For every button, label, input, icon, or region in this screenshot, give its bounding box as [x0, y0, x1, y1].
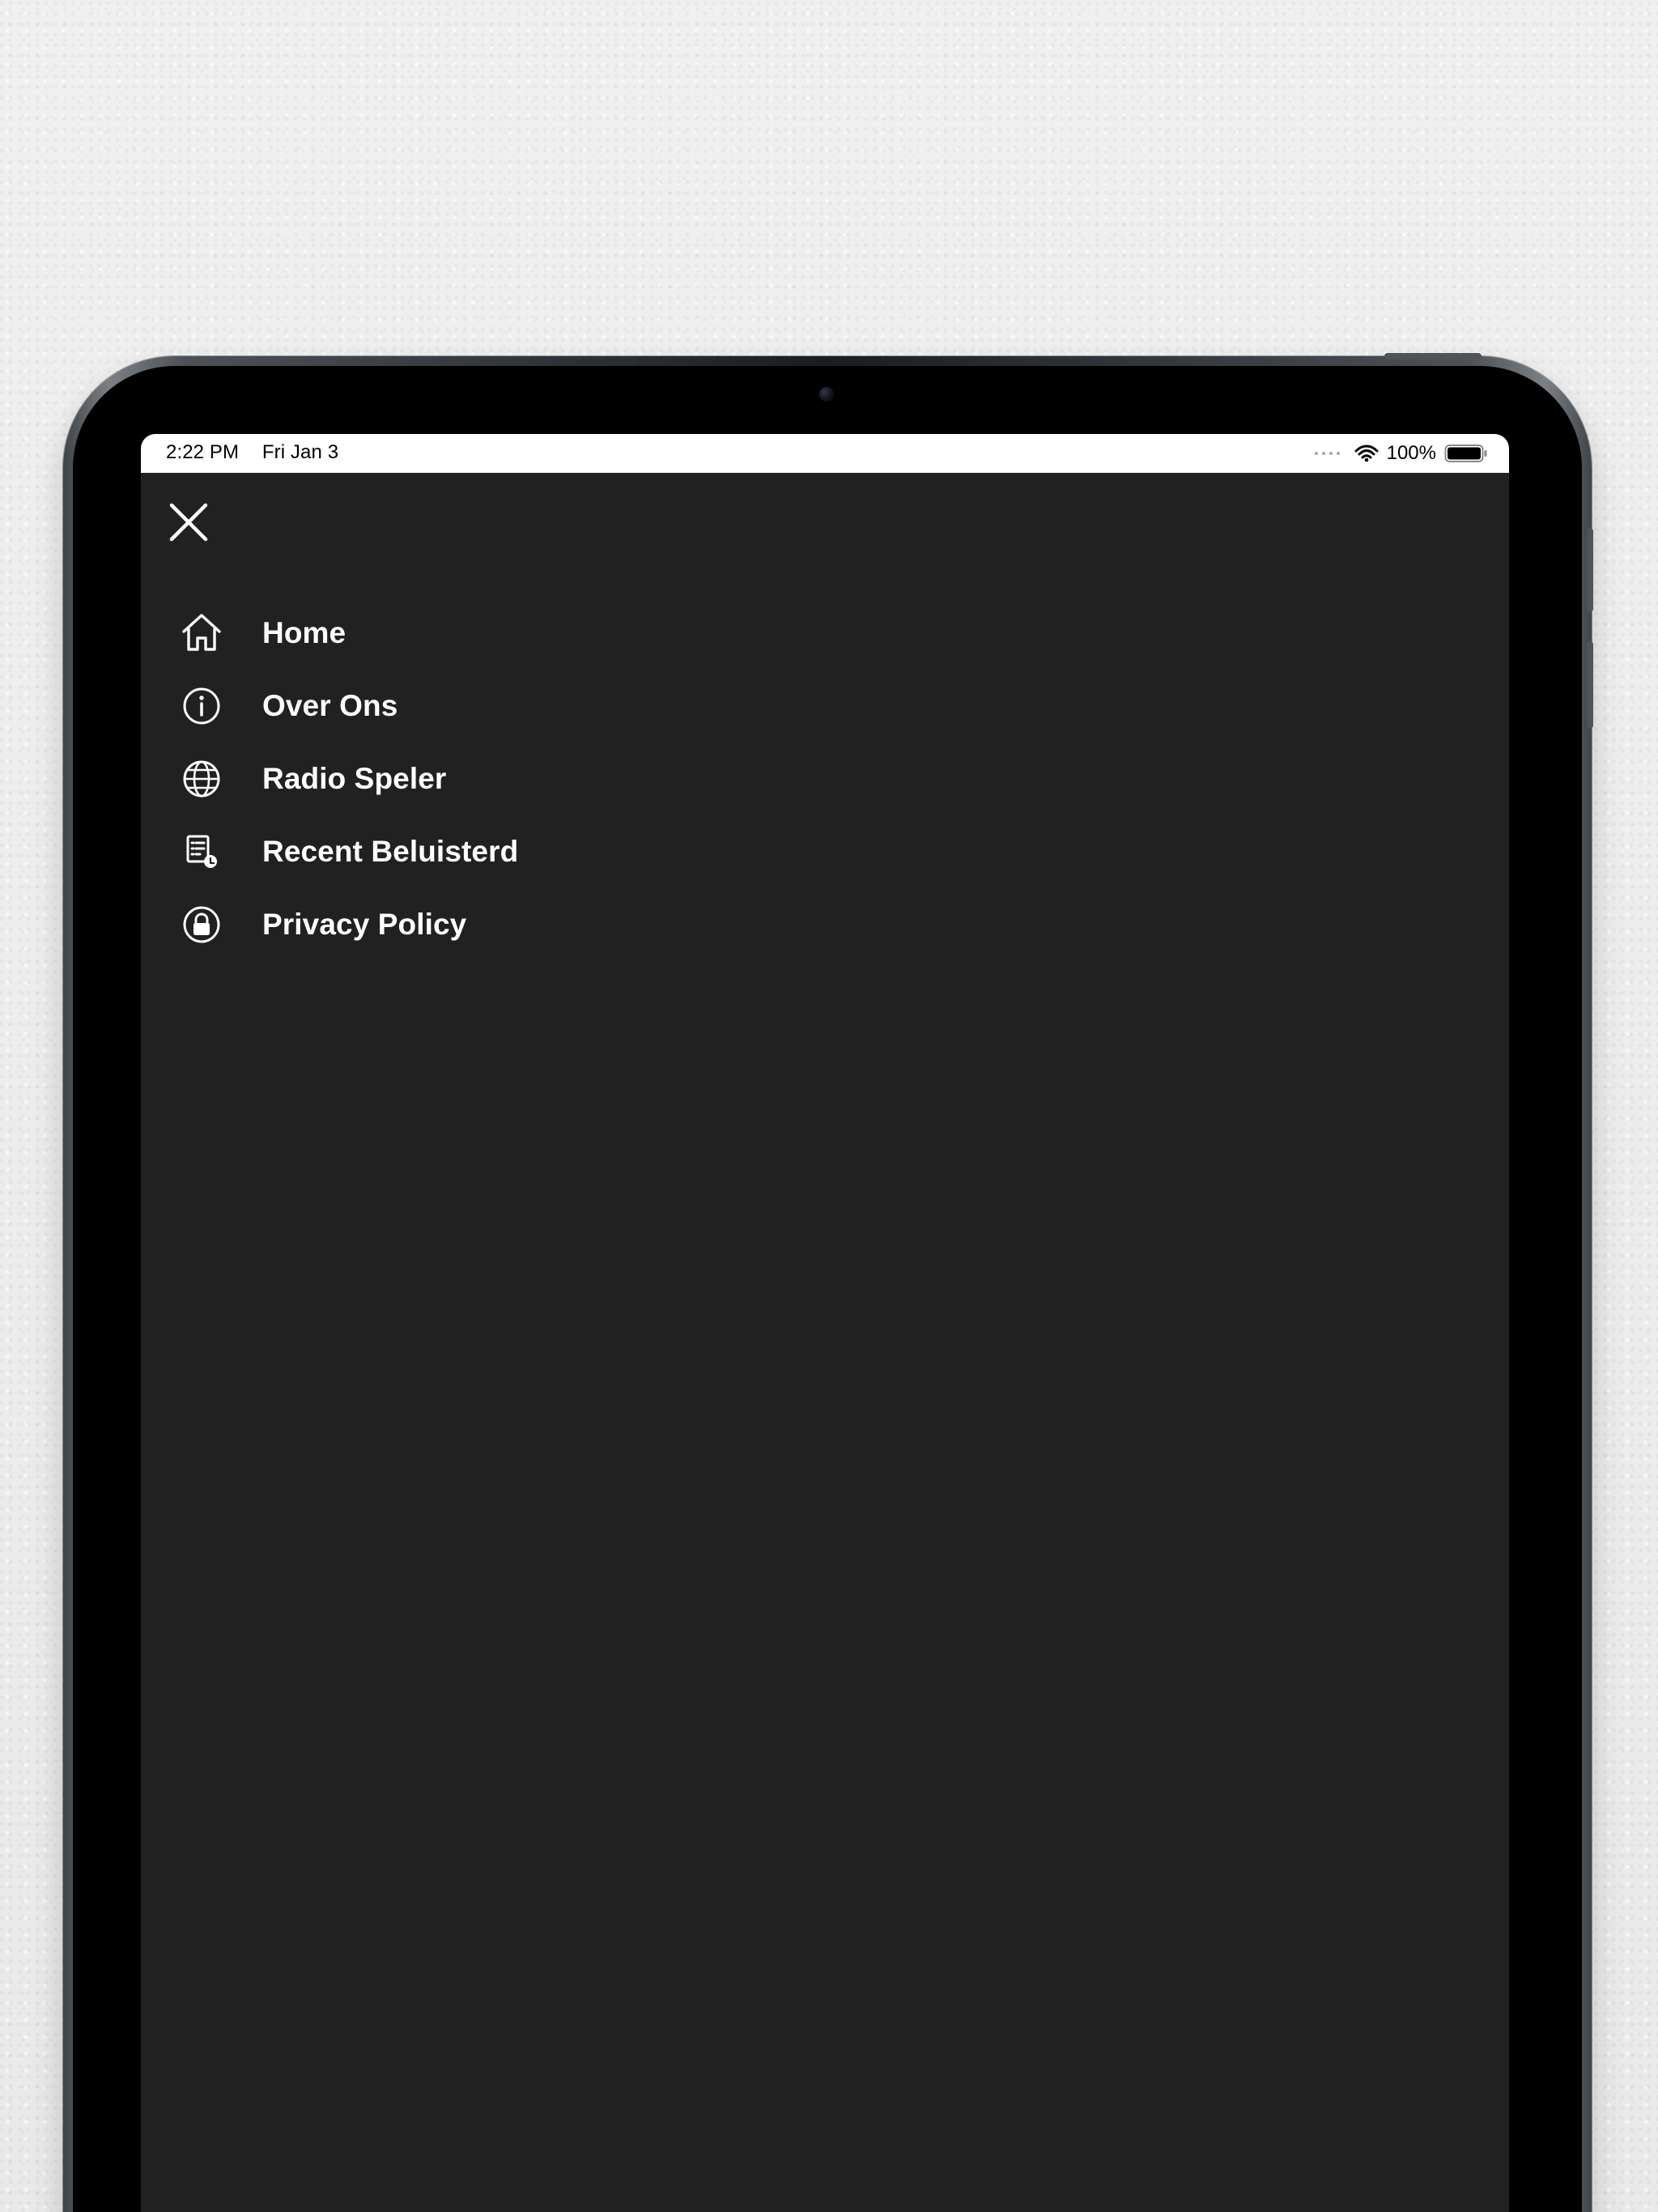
status-time-date: 2:22 PM Fri Jan 3	[166, 441, 338, 464]
menu-label-over-ons: Over Ons	[262, 689, 398, 722]
top-button	[1384, 353, 1482, 359]
menu-item-over-ons[interactable]: Over Ons	[180, 677, 601, 735]
menu-item-radio-speler[interactable]: Radio Speler	[180, 750, 601, 808]
status-bar: 2:22 PM Fri Jan 3 100%	[141, 434, 1509, 473]
wifi-icon	[1354, 445, 1379, 462]
device-top-seam	[619, 356, 636, 366]
navigation-menu: Home Over Ons Radio Speler Recent Beluis…	[180, 604, 601, 954]
close-icon	[169, 503, 208, 542]
status-date: Fri Jan 3	[261, 441, 339, 463]
volume-up-button	[1587, 528, 1593, 612]
battery-percent: 100%	[1386, 442, 1436, 464]
recent-list-icon	[180, 830, 223, 874]
menu-label-radio-speler: Radio Speler	[262, 762, 447, 795]
volume-down-button	[1587, 641, 1593, 729]
camera-icon	[819, 387, 834, 402]
menu-label-home: Home	[262, 616, 346, 649]
menu-item-privacy-policy[interactable]: Privacy Policy	[180, 895, 601, 954]
globe-icon	[180, 757, 223, 801]
menu-item-recent-beluisterd[interactable]: Recent Beluisterd	[180, 823, 601, 881]
signal-dots-icon	[1314, 452, 1340, 455]
battery-icon	[1444, 445, 1487, 462]
status-time: 2:22 PM	[166, 441, 240, 463]
lock-icon	[180, 903, 223, 946]
menu-item-home[interactable]: Home	[180, 604, 601, 662]
menu-label-privacy-policy: Privacy Policy	[262, 908, 467, 941]
status-indicators: 100%	[1314, 440, 1488, 466]
home-icon	[180, 611, 223, 655]
app-screen: 2:22 PM Fri Jan 3 100% Home Over Ons Rad…	[141, 434, 1509, 2212]
menu-label-recent-beluisterd: Recent Beluisterd	[262, 835, 519, 868]
info-icon	[180, 684, 223, 728]
close-menu-button[interactable]	[167, 500, 210, 544]
